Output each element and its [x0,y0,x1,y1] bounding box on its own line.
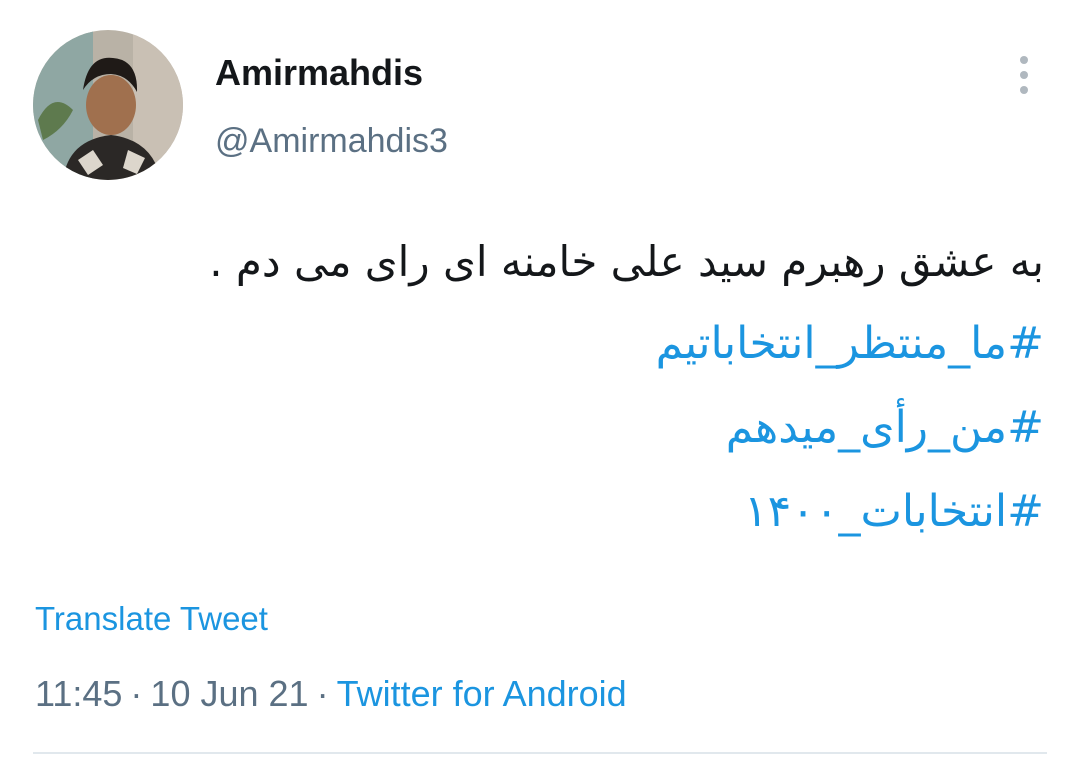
translate-tweet-link[interactable]: Translate Tweet [35,600,268,638]
tweet-metadata: 11:45 · 10 Jun 21 · Twitter for Android [35,673,627,715]
tweet-body: به عشق رهبرم سید علی خامنه ای رای می دم … [44,222,1044,554]
avatar[interactable] [33,30,183,180]
hashtag-link[interactable]: #انتخابات_۱۴۰۰ [44,470,1044,554]
tweet-text: به عشق رهبرم سید علی خامنه ای رای می دم … [209,237,1044,286]
tweet-date[interactable]: 10 Jun 21 [150,673,308,714]
profile-photo-icon [33,30,183,180]
separator: · [130,673,143,714]
hashtag-link[interactable]: #ما_منتظر_انتخاباتیم [44,302,1044,386]
display-name[interactable]: Amirmahdis [215,52,423,94]
hashtag-link[interactable]: #من_رأی_میدهم [44,386,1044,470]
tweet-time: 11:45 [35,673,123,714]
tweet-source-link[interactable]: Twitter for Android [337,673,627,714]
separator: · [316,673,329,714]
more-options-icon[interactable] [1014,56,1034,94]
user-handle[interactable]: @Amirmahdis3 [215,122,448,161]
divider [33,752,1047,754]
